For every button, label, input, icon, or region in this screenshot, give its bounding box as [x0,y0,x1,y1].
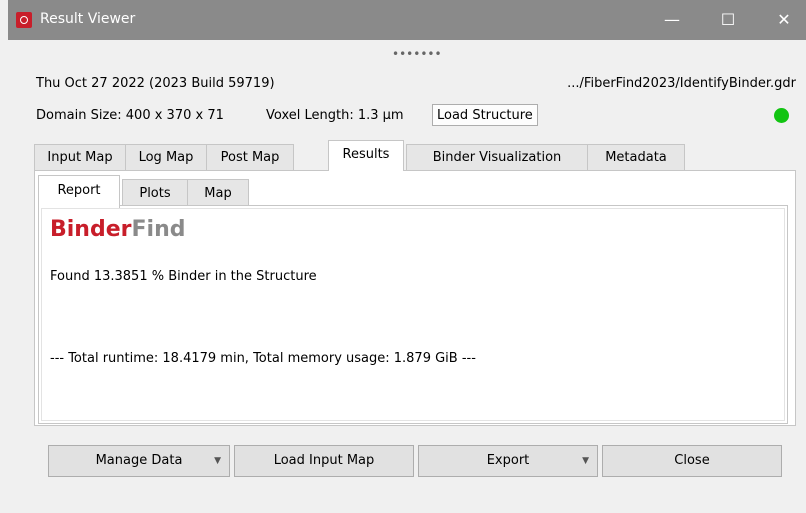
tab-binder-visualization[interactable]: Binder Visualization [406,144,588,171]
voxel-length-label: Voxel Length: 1.3 µm [266,108,404,123]
title-bar[interactable]: Result Viewer — ☐ ✕ [8,0,806,40]
chevron-down-icon: ▼ [582,456,589,466]
tab-metadata[interactable]: Metadata [587,144,685,171]
tab-log-map[interactable]: Log Map [125,144,207,171]
domain-size-label: Domain Size: 400 x 370 x 71 [36,108,224,123]
subtab-map[interactable]: Map [187,179,249,208]
close-icon[interactable]: ✕ [764,4,804,36]
status-indicator [774,108,789,123]
close-button[interactable]: Close [602,445,782,477]
load-input-map-button[interactable]: Load Input Map [234,445,414,477]
minimize-icon[interactable]: — [652,4,692,36]
export-button[interactable]: Export ▼ [418,445,598,477]
maximize-icon[interactable]: ☐ [708,4,748,36]
tab-input-map[interactable]: Input Map [34,144,126,171]
report-text-area[interactable]: BinderFind Found 13.3851 % Binder in the… [41,208,785,421]
binder-result-text: Found 13.3851 % Binder in the Structure [50,269,317,284]
build-date-label: Thu Oct 27 2022 (2023 Build 59719) [36,76,275,91]
binderfind-logo: BinderFind [50,217,186,242]
result-viewer-window: Result Viewer — ☐ ✕ ••••••• Thu Oct 27 2… [8,0,806,513]
subtab-plots[interactable]: Plots [122,179,188,208]
tab-results[interactable]: Results [328,140,404,171]
window-title: Result Viewer [40,11,136,27]
file-path-label: .../FiberFind2023/IdentifyBinder.gdr [567,76,796,91]
report-panel: BinderFind Found 13.3851 % Binder in the… [38,205,788,424]
chevron-down-icon: ▼ [214,456,221,466]
load-structure-button[interactable]: Load Structure [432,104,538,126]
manage-data-button[interactable]: Manage Data ▼ [48,445,230,477]
drag-handle-grip[interactable]: ••••••• [392,48,442,60]
app-icon [16,12,32,28]
tab-post-map[interactable]: Post Map [206,144,294,171]
subtab-report[interactable]: Report [38,175,120,208]
runtime-summary-text: --- Total runtime: 18.4179 min, Total me… [50,351,476,366]
